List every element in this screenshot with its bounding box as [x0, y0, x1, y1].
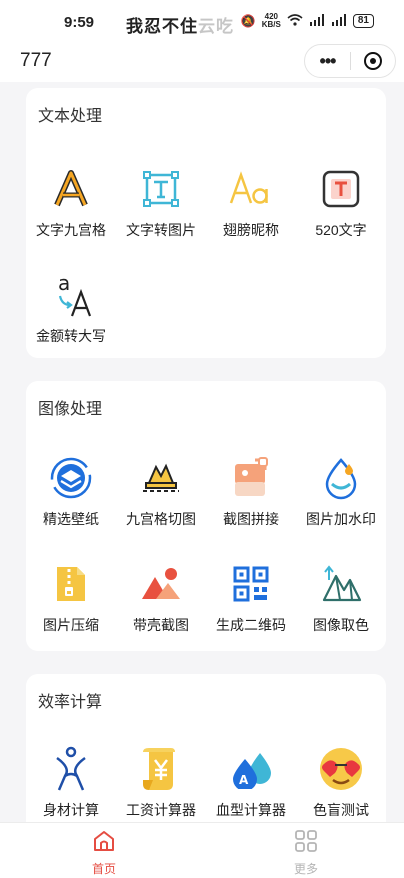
salary-scroll-icon — [116, 746, 206, 792]
tool-wing-nickname[interactable]: 翅膀昵称 — [206, 166, 296, 240]
qr-code-icon — [206, 561, 296, 607]
bottom-tab-bar: 首页 更多 — [0, 822, 404, 878]
section-image-processing: 图像处理 精选壁纸 九宫格切图 截图拼接 图片加水印 图片压缩 带壳截图 生成二… — [26, 381, 386, 651]
tool-qr-generator[interactable]: 生成二维码 — [206, 561, 296, 635]
status-time: 9:59 — [64, 14, 95, 31]
case-convert-icon: a — [26, 272, 116, 318]
tool-label: 520文字 — [315, 222, 367, 238]
section-title: 效率计算 — [38, 694, 103, 711]
tool-text-grid[interactable]: 文字九宫格 — [26, 166, 116, 240]
text-frame-icon — [116, 166, 206, 212]
signal-2-icon — [331, 13, 347, 29]
tool-body-calc[interactable]: 身材计算 — [26, 746, 116, 820]
tool-image-compress[interactable]: 图片压缩 — [26, 561, 116, 635]
home-icon — [92, 831, 116, 857]
ticker-faded-text: 云吃 — [198, 17, 234, 36]
tab-more[interactable]: 更多 — [266, 829, 346, 877]
tab-more-label: 更多 — [293, 862, 318, 876]
section-efficiency-calc: 效率计算 身材计算 工资计算器 A 血型计算器 色盲测试 — [26, 674, 386, 834]
tool-520-text[interactable]: 520文字 — [296, 166, 386, 240]
mountain-photo-icon — [116, 561, 206, 607]
section-text-processing: 文本处理 文字九宫格 文字转图片 翅膀昵称 520文字 a 金额转大写 — [26, 88, 386, 358]
tool-label: 生成二维码 — [216, 617, 286, 633]
water-drop-icon — [296, 455, 386, 501]
tool-framed-screenshot[interactable]: 带壳截图 — [116, 561, 206, 635]
tool-label: 图像取色 — [313, 617, 369, 633]
tool-label: 文字转图片 — [126, 222, 196, 238]
crop-mountain-icon — [116, 455, 206, 501]
svg-text:a: a — [58, 272, 70, 295]
grid-icon — [294, 830, 318, 857]
layers-icon — [26, 455, 116, 501]
tool-label: 金额转大写 — [36, 328, 106, 344]
tool-label: 图片加水印 — [306, 511, 376, 527]
tool-label: 带壳截图 — [133, 617, 189, 633]
svg-text:A: A — [239, 773, 249, 787]
tool-label: 身材计算 — [43, 802, 99, 818]
tool-screenshot-stitch[interactable]: 截图拼接 — [206, 455, 296, 529]
tool-label: 色盲测试 — [313, 802, 369, 818]
close-circle-icon — [363, 52, 382, 70]
tool-color-blind-test[interactable]: 色盲测试 — [296, 746, 386, 820]
close-button[interactable] — [351, 52, 395, 70]
status-ticker: 我忍不住云吃 — [126, 12, 234, 37]
tool-label: 血型计算器 — [216, 802, 286, 818]
net-speed: 420 KB/S — [262, 13, 281, 29]
nav-bar: 777 ••• — [0, 42, 404, 82]
tool-wallpaper[interactable]: 精选壁纸 — [26, 455, 116, 529]
tool-watermark[interactable]: 图片加水印 — [296, 455, 386, 529]
tab-home-label: 首页 — [91, 862, 116, 876]
font-aa-icon — [206, 166, 296, 212]
tool-amount-uppercase[interactable]: a 金额转大写 — [26, 272, 116, 346]
color-picker-icon — [296, 561, 386, 607]
sunglasses-emoji-icon — [296, 746, 386, 792]
tool-label: 翅膀昵称 — [223, 222, 279, 238]
status-icons: 🔕 420 KB/S 81 — [241, 13, 374, 29]
letter-a-icon — [26, 166, 116, 212]
tool-label: 工资计算器 — [126, 802, 196, 818]
status-bar: 9:59 我忍不住云吃 🔕 420 KB/S 81 — [0, 0, 404, 42]
tab-home[interactable]: 首页 — [64, 829, 144, 877]
tool-label: 精选壁纸 — [43, 511, 99, 527]
tool-label: 截图拼接 — [223, 511, 279, 527]
tool-blood-type-calc[interactable]: A 血型计算器 — [206, 746, 296, 820]
more-menu-button[interactable]: ••• — [305, 52, 350, 70]
tool-label: 文字九宫格 — [36, 222, 106, 238]
t-box-icon — [296, 166, 386, 212]
page-title: 777 — [20, 50, 52, 71]
tool-text-to-image[interactable]: 文字转图片 — [116, 166, 206, 240]
mute-icon: 🔕 — [240, 14, 256, 28]
blood-drops-icon: A — [206, 746, 296, 792]
section-title: 文本处理 — [38, 108, 103, 125]
zip-file-icon — [26, 561, 116, 607]
wifi-icon — [287, 13, 303, 29]
image-stitch-icon — [206, 455, 296, 501]
tool-grid-crop[interactable]: 九宫格切图 — [116, 455, 206, 529]
body-figure-icon — [26, 746, 116, 792]
mini-program-capsule: ••• — [304, 44, 396, 78]
tool-label: 图片压缩 — [43, 617, 99, 633]
signal-1-icon — [309, 13, 325, 29]
tool-color-picker[interactable]: 图像取色 — [296, 561, 386, 635]
ticker-text: 我忍不住 — [126, 17, 198, 36]
tool-label: 九宫格切图 — [126, 511, 196, 527]
section-title: 图像处理 — [38, 401, 103, 418]
battery-indicator: 81 — [352, 14, 374, 28]
net-speed-unit: KB/S — [261, 20, 281, 29]
tool-salary-calc[interactable]: 工资计算器 — [116, 746, 206, 820]
